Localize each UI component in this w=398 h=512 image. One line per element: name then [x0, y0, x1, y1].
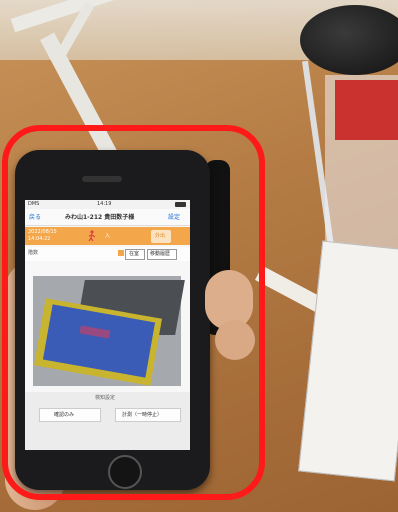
- red-highlight-frame: [2, 125, 265, 500]
- red-bag: [335, 80, 398, 140]
- photo-scene: DMS 14:19 戻る みわ山1-212 貴田数子様 設定 2022/08/1…: [0, 0, 398, 512]
